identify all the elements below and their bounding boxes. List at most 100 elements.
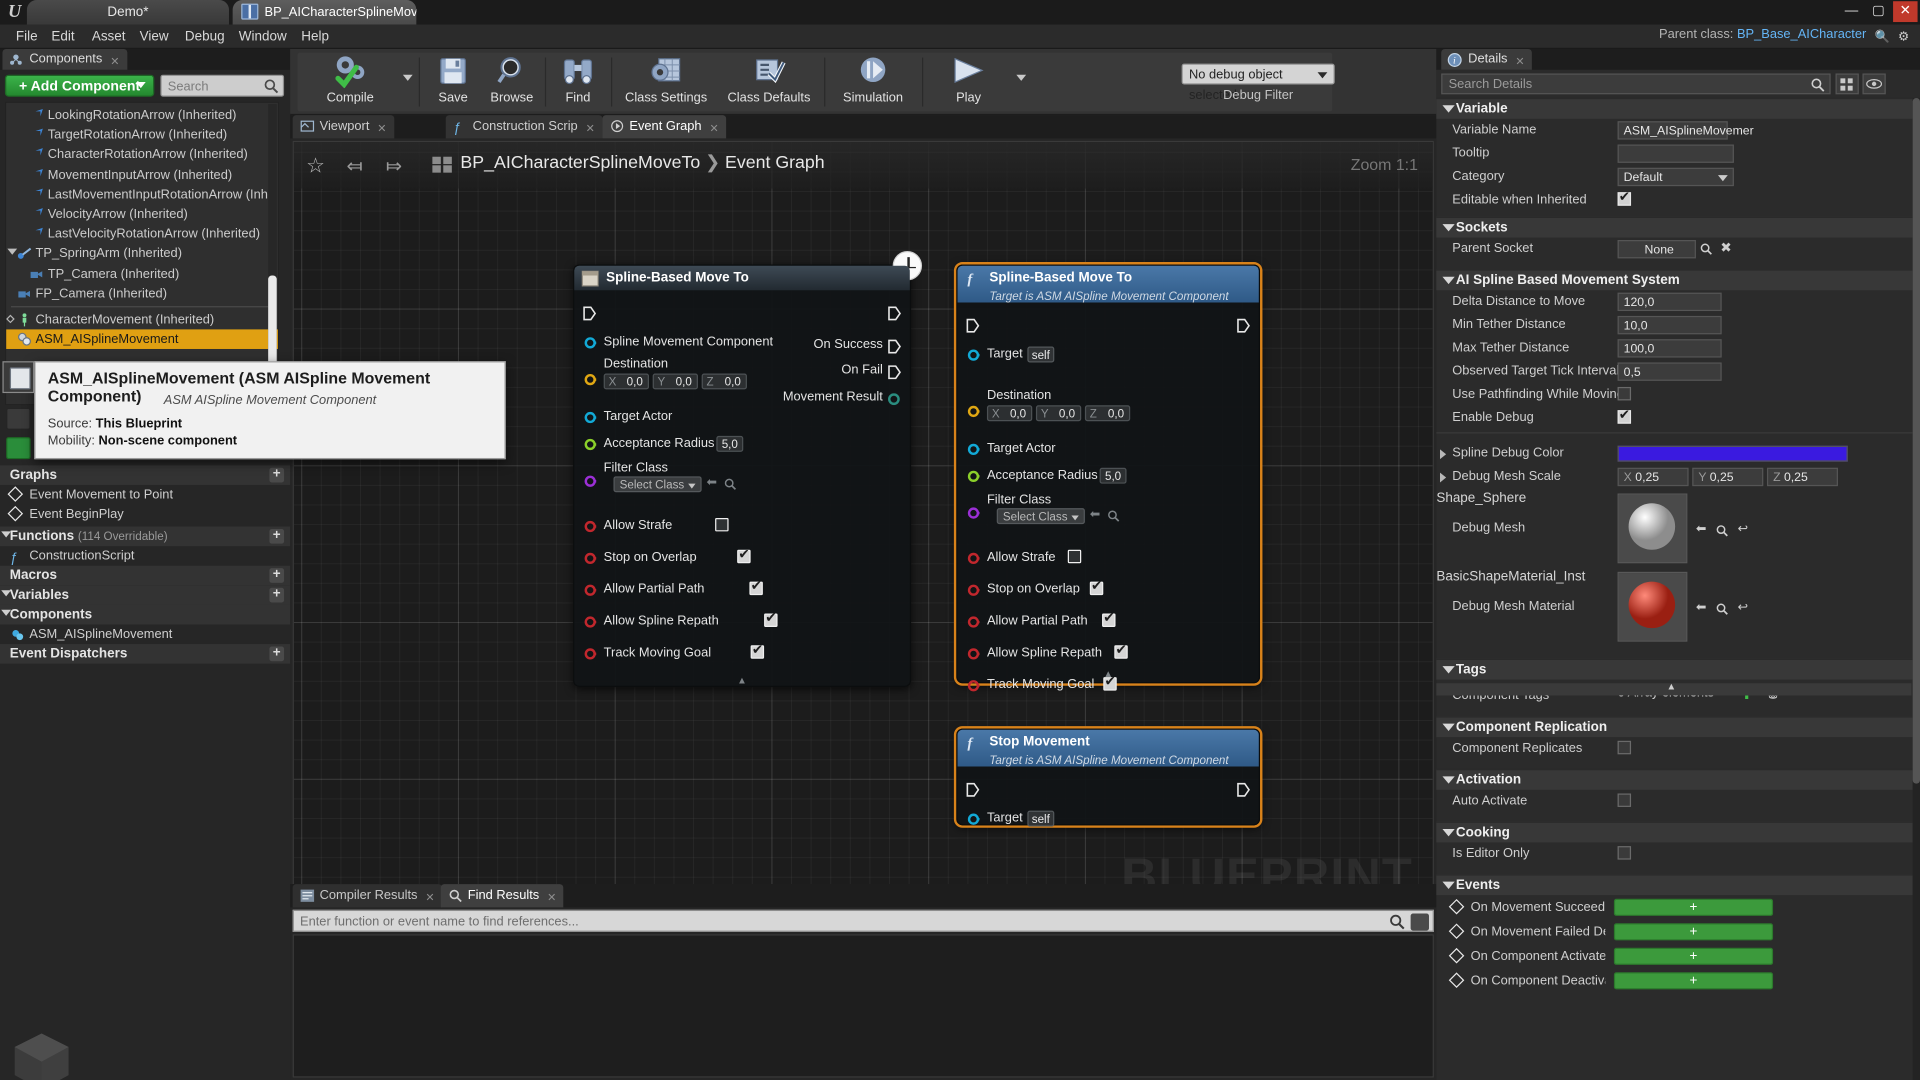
track-moving-goal-checkbox[interactable] xyxy=(751,645,764,658)
add-on-movement-succeeded-button[interactable]: + xyxy=(1614,899,1773,916)
components-section-header[interactable]: Components xyxy=(0,605,290,625)
node-stop-movement[interactable]: f Stop Movement Target is ASM AISpline M… xyxy=(956,729,1260,826)
spline-movement-component-pin[interactable] xyxy=(584,337,596,349)
close-icon[interactable]: ✕ xyxy=(1515,51,1524,72)
debug-mesh-scale-z[interactable]: Z 0,25 xyxy=(1767,468,1838,486)
details-section-tags[interactable]: Tags xyxy=(1436,659,1912,680)
menu-debug[interactable]: Debug xyxy=(174,24,236,48)
acceptance-radius-pin[interactable] xyxy=(584,438,596,450)
compile-button[interactable]: Compile xyxy=(302,49,398,108)
destination-z-field[interactable]: Z0,0 xyxy=(1085,405,1130,421)
component-row-movementinputarrow[interactable]: MovementInputArrow (Inherited) xyxy=(6,165,278,185)
functions-header[interactable]: Functions (114 Overridable) + xyxy=(0,527,290,547)
back-arrow-icon[interactable]: ⤆ xyxy=(347,154,363,178)
components-tree-scrollbar[interactable] xyxy=(268,104,277,405)
play-options-chevron-icon[interactable] xyxy=(1016,75,1026,81)
browse-asset-icon[interactable] xyxy=(1716,602,1729,615)
details-section-activation[interactable]: Activation xyxy=(1436,769,1912,790)
observed-target-tick-interval-input[interactable]: 0,5 xyxy=(1618,362,1722,380)
parent-class-value[interactable]: BP_Base_AICharacter xyxy=(1737,27,1866,42)
debug-mesh-scale-y[interactable]: Y 0,25 xyxy=(1692,468,1763,486)
filter-class-pin[interactable] xyxy=(967,507,979,519)
min-tether-distance-input[interactable]: 10,0 xyxy=(1618,316,1722,334)
allow-strafe-pin[interactable] xyxy=(584,520,596,532)
browse-to-asset-icon[interactable]: 🔍 xyxy=(1875,31,1890,46)
graph-event-movement-to-point[interactable]: Event Movement to Point xyxy=(0,485,290,505)
editable-when-inherited-checkbox[interactable] xyxy=(1618,192,1631,205)
auto-activate-checkbox[interactable] xyxy=(1618,793,1631,806)
component-row-velocityarrow[interactable]: VelocityArrow (Inherited) xyxy=(6,204,278,224)
exec-in-pin[interactable] xyxy=(966,318,979,333)
details-section-cooking[interactable]: Cooking xyxy=(1436,822,1912,843)
details-section-component-replication[interactable]: Component Replication xyxy=(1436,716,1912,737)
my-blueprint-icon[interactable] xyxy=(6,408,30,430)
category-select[interactable]: Default xyxy=(1618,168,1734,186)
component-row-charactermovement[interactable]: CharacterMovement (Inherited) xyxy=(6,310,278,330)
class-defaults-button[interactable]: Class Defaults xyxy=(719,49,819,108)
destination-y-field[interactable]: Y0,0 xyxy=(1036,405,1081,421)
target-self-field[interactable]: self xyxy=(1027,811,1054,827)
component-row-asm-aisplinemovement[interactable]: ASM_AISplineMovement xyxy=(6,329,278,349)
node-header[interactable]: f Spline-Based Move To Target is ASM AIS… xyxy=(958,266,1259,303)
exec-out-pin[interactable] xyxy=(888,306,901,321)
close-icon[interactable]: ✕ xyxy=(425,887,434,910)
destination-vector[interactable]: X0,0 Y0,0 Z0,0 xyxy=(604,373,747,389)
node-spline-based-move-to-function[interactable]: f Spline-Based Move To Target is ASM AIS… xyxy=(956,264,1260,683)
allow-spline-repath-pin[interactable] xyxy=(967,648,979,660)
destination-pin[interactable] xyxy=(967,405,979,417)
variables-header[interactable]: Variables + xyxy=(0,585,290,605)
menu-window[interactable]: Window xyxy=(228,24,298,48)
tooltip-input[interactable] xyxy=(1618,144,1734,162)
component-row-fp-camera[interactable]: FP_Camera (Inherited) xyxy=(6,284,278,304)
acceptance-radius-field[interactable]: 5,0 xyxy=(1100,468,1127,484)
target-pin[interactable] xyxy=(967,813,979,825)
exec-out-pin[interactable] xyxy=(1237,782,1250,797)
on-success-pin[interactable] xyxy=(888,339,901,354)
is-editor-only-checkbox[interactable] xyxy=(1618,846,1631,859)
components-tree[interactable]: LookingRotationArrow (Inherited) TargetR… xyxy=(5,102,279,406)
details-visibility-button[interactable] xyxy=(1862,73,1885,94)
add-event-dispatcher-button[interactable]: + xyxy=(269,647,284,662)
menu-view[interactable]: View xyxy=(129,24,180,48)
clear-socket-icon[interactable]: ✖ xyxy=(1720,240,1731,256)
node-collapse-handle[interactable]: ▲ xyxy=(958,669,1259,680)
event-dispatchers-header[interactable]: Event Dispatchers + xyxy=(0,644,290,664)
destination-x-field[interactable]: X0,0 xyxy=(604,373,649,389)
component-replicates-checkbox[interactable] xyxy=(1618,741,1631,754)
graphs-header[interactable]: Graphs + xyxy=(0,465,290,485)
browse-asset-icon[interactable] xyxy=(1107,509,1120,522)
tab-find-results[interactable]: Find Results ✕ xyxy=(441,884,564,907)
delta-distance-to-move-input[interactable]: 120,0 xyxy=(1618,293,1722,311)
details-section-events[interactable]: Events xyxy=(1436,874,1912,895)
spline-debug-color-swatch[interactable] xyxy=(1618,446,1848,462)
close-icon[interactable]: ✕ xyxy=(377,118,386,141)
close-icon[interactable]: ✕ xyxy=(709,118,718,141)
menu-help[interactable]: Help xyxy=(290,24,340,48)
details-grid-view-button[interactable] xyxy=(1836,73,1859,94)
component-row-tp-springarm[interactable]: TP_SpringArm (Inherited) xyxy=(6,244,278,264)
graph-event-beginplay[interactable]: Event BeginPlay xyxy=(0,504,290,524)
target-actor-pin[interactable] xyxy=(584,411,596,423)
component-row-lastmovementinputrotationarrow[interactable]: LastMovementInputRotationArrow (Inhe xyxy=(6,185,278,205)
track-moving-goal-pin[interactable] xyxy=(584,648,596,660)
acceptance-radius-pin[interactable] xyxy=(967,470,979,482)
allow-partial-path-checkbox[interactable] xyxy=(749,582,762,595)
function-constructionscript[interactable]: ƒ ConstructionScript xyxy=(0,546,290,566)
add-variable-button[interactable]: + xyxy=(269,588,284,603)
filter-class-select[interactable]: Select Class xyxy=(997,508,1085,524)
exec-in-pin[interactable] xyxy=(583,306,596,321)
add-macro-button[interactable]: + xyxy=(269,568,284,583)
expand-arrow-icon[interactable] xyxy=(1440,473,1446,483)
max-tether-distance-input[interactable]: 100,0 xyxy=(1618,339,1722,357)
use-selected-asset-icon[interactable]: ⬅ xyxy=(1090,508,1100,521)
close-icon[interactable]: ✕ xyxy=(110,51,119,72)
macros-header[interactable]: Macros + xyxy=(0,566,290,586)
menu-edit[interactable]: Edit xyxy=(40,24,85,48)
movement-result-pin[interactable] xyxy=(888,393,900,405)
on-fail-pin[interactable] xyxy=(888,365,901,380)
expand-triangle-icon[interactable] xyxy=(1,590,11,596)
destination-x-field[interactable]: X0,0 xyxy=(987,405,1032,421)
expand-triangle-icon[interactable] xyxy=(1,531,11,537)
find-references-input[interactable]: Enter function or event name to find ref… xyxy=(293,910,1434,932)
filter-class-pin[interactable] xyxy=(584,475,596,487)
